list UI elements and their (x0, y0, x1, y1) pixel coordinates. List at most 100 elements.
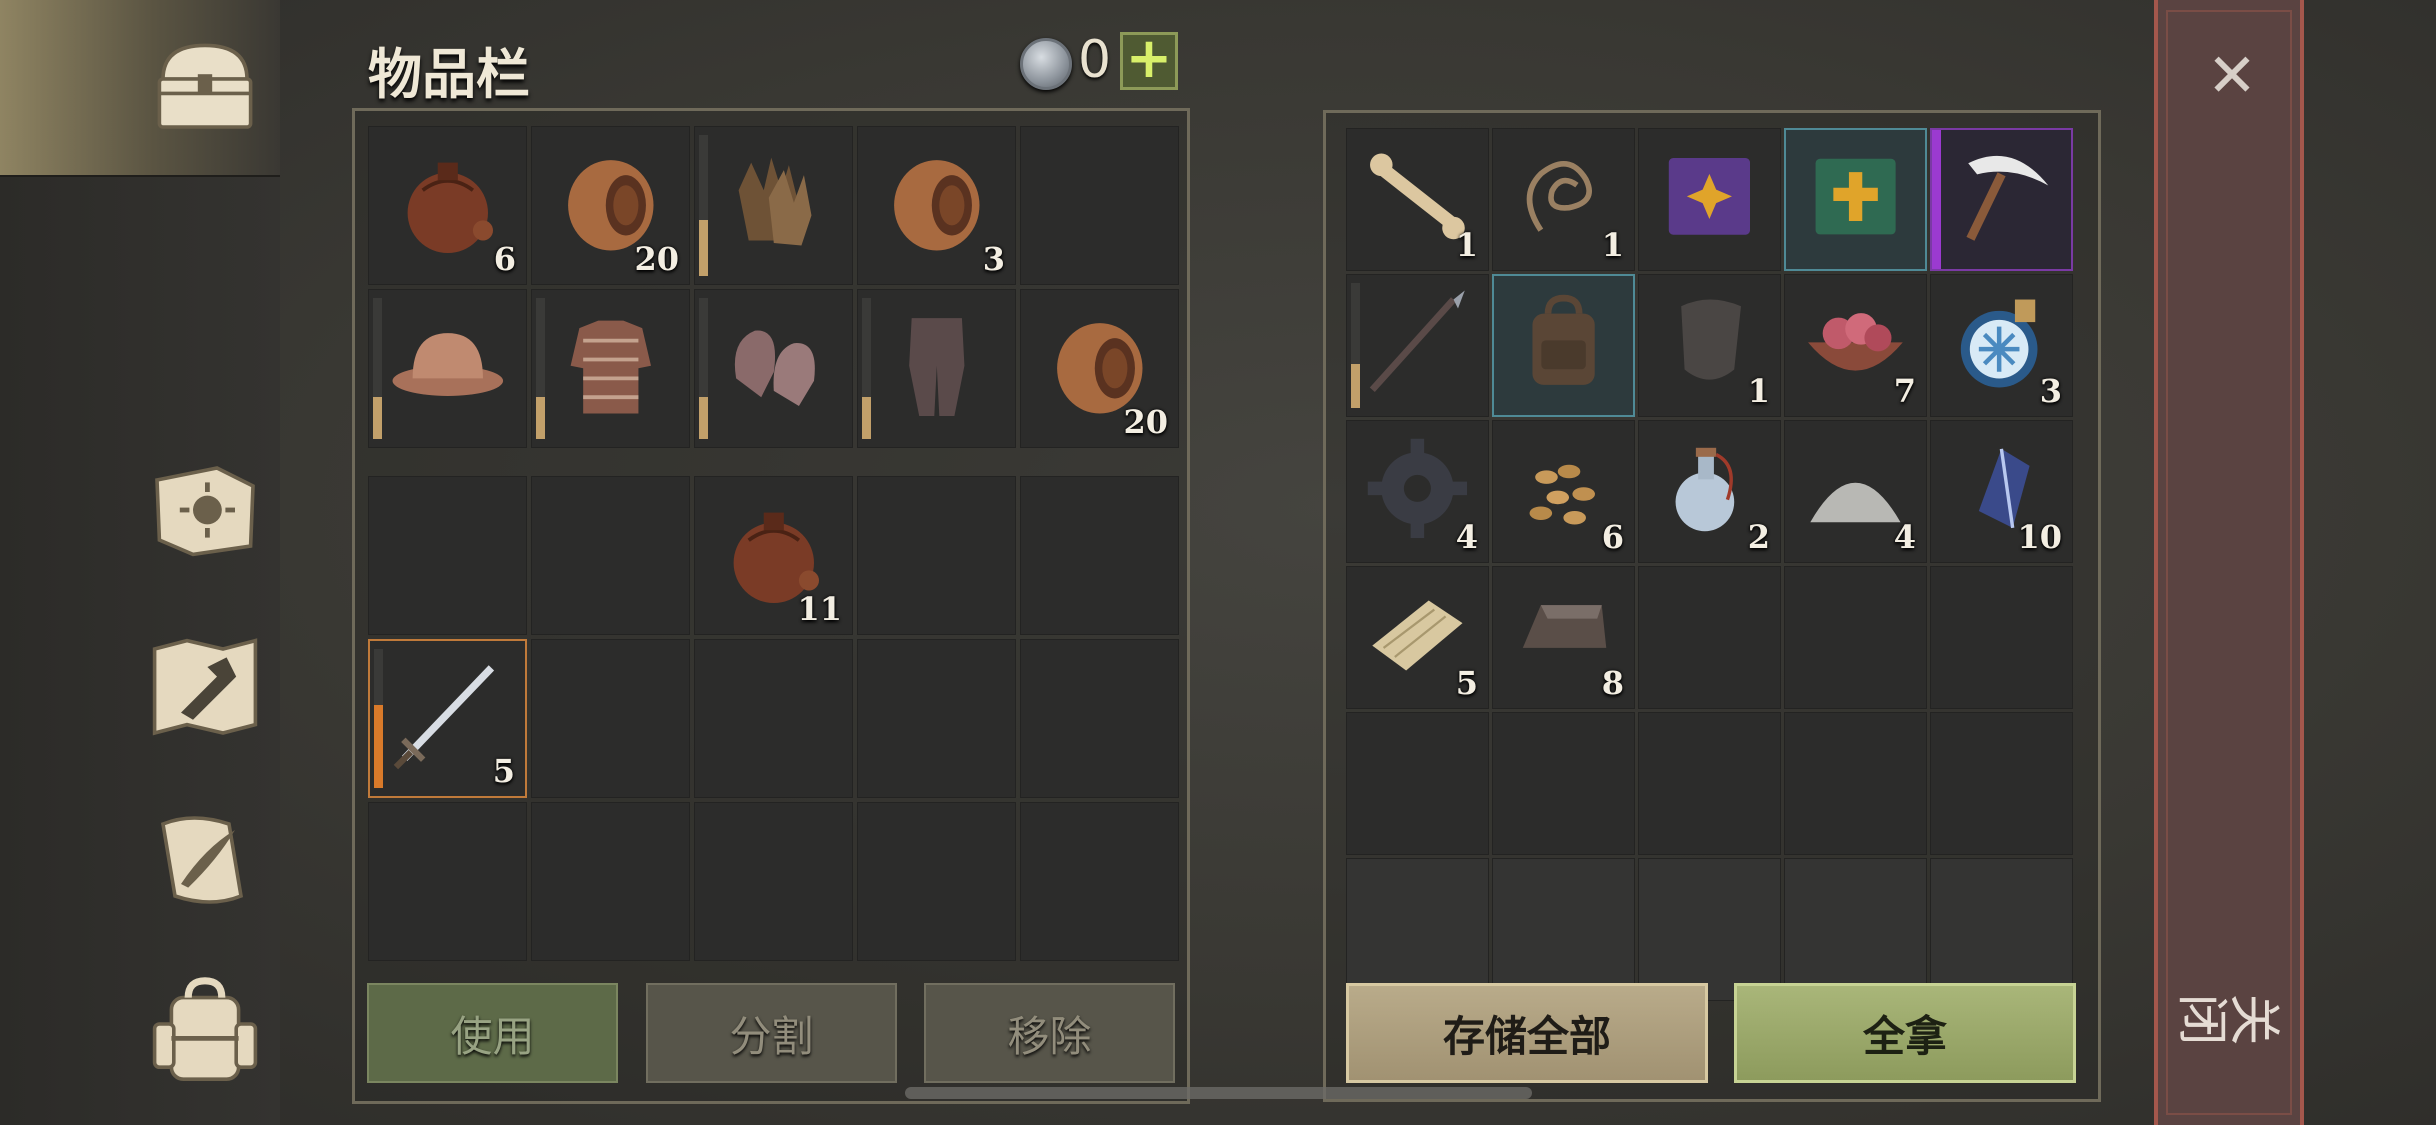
item-count: 1 (1455, 226, 1478, 264)
item-count: 3 (982, 240, 1005, 278)
bag-slot-sword[interactable]: 5 (368, 639, 527, 798)
storage-slot-pickaxe[interactable] (1930, 128, 2073, 271)
storage-slot-frost-potion[interactable]: 3 (1930, 274, 2073, 417)
item-count: 6 (1601, 518, 1624, 556)
bag-slot-empty[interactable] (1020, 476, 1179, 635)
storage-slot-rope[interactable]: 1 (1492, 128, 1635, 271)
storage-slot-bone[interactable]: 1 (1346, 128, 1489, 271)
hammer-map-icon[interactable] (140, 625, 270, 745)
remove-button[interactable]: 移除 (924, 983, 1175, 1083)
item-count: 1 (1601, 226, 1624, 264)
barrel-icon (893, 159, 980, 251)
chest-icon[interactable] (140, 25, 270, 145)
storage-slot-empty[interactable] (1784, 712, 1927, 855)
storage-slot-empty[interactable] (1930, 858, 2073, 1001)
spear-icon (1369, 290, 1465, 393)
storage-slot-empty[interactable] (1346, 712, 1489, 855)
storage-slot-empty[interactable] (1930, 712, 2073, 855)
storage-slot-empty[interactable] (1784, 858, 1927, 1001)
mittens-icon (734, 330, 815, 406)
bag-slot-empty[interactable] (694, 802, 853, 961)
equip-slot-chainmail[interactable] (531, 289, 690, 448)
equip-slot-barrel[interactable]: 20 (531, 126, 690, 285)
item-count: 8 (1601, 664, 1624, 702)
storage-slot-empty[interactable] (1638, 566, 1781, 709)
bag-slot-empty[interactable] (531, 802, 690, 961)
equip-slot-empty[interactable] (1020, 126, 1179, 285)
quill-scroll-icon[interactable] (140, 800, 270, 920)
storage-slot-empty[interactable] (1930, 566, 2073, 709)
bag-grid: 11 5 (368, 476, 1179, 961)
item-count: 4 (1893, 518, 1916, 556)
storage-slot-shield-plate[interactable]: 1 (1638, 274, 1781, 417)
bag-slot-empty[interactable] (1020, 639, 1179, 798)
bag-slot-empty[interactable] (857, 802, 1016, 961)
bag-slot-empty[interactable] (694, 639, 853, 798)
bag-slot-empty[interactable] (368, 476, 527, 635)
split-button[interactable]: 分割 (646, 983, 897, 1083)
leggings-icon (908, 317, 965, 416)
chainmail-icon (570, 320, 651, 414)
storage-slot-potion-bottle[interactable]: 2 (1638, 420, 1781, 563)
item-count: 7 (1893, 372, 1916, 410)
equip-slot-mittens[interactable] (694, 289, 853, 448)
storage-slot-empty[interactable] (1492, 858, 1635, 1001)
page-title: 物品栏 (368, 43, 530, 106)
store-all-button[interactable]: 存储全部 (1346, 983, 1708, 1083)
close-label[interactable]: 关闭 (2178, 972, 2282, 1052)
storage-slot-green-book[interactable] (1784, 128, 1927, 271)
close-panel[interactable] (2154, 0, 2304, 1125)
storage-slot-spear[interactable] (1346, 274, 1489, 417)
equip-slot-helmet[interactable] (368, 289, 527, 448)
bag-slot-empty[interactable] (857, 639, 1016, 798)
bag-slot-empty[interactable] (531, 639, 690, 798)
durability-bar (374, 649, 383, 788)
storage-slot-salt-pile[interactable]: 4 (1784, 420, 1927, 563)
durability-bar (862, 298, 871, 439)
equip-slot-barrel[interactable]: 3 (857, 126, 1016, 285)
gloves-icon (738, 157, 812, 246)
storage-slot-purple-book[interactable] (1638, 128, 1781, 271)
item-count: 5 (1455, 664, 1478, 702)
storage-slot-leather-backpack[interactable] (1492, 274, 1635, 417)
leather-backpack-icon (1532, 294, 1595, 385)
storage-slot-seeds[interactable]: 6 (1492, 420, 1635, 563)
durability-bar (699, 135, 708, 276)
storage-slot-wood-plank[interactable]: 5 (1346, 566, 1489, 709)
storage-slot-empty[interactable] (1492, 712, 1635, 855)
equip-slot-gloves[interactable] (694, 126, 853, 285)
storage-slot-gear[interactable]: 4 (1346, 420, 1489, 563)
green-book-icon (1815, 158, 1896, 235)
bag-slot-flask[interactable]: 11 (694, 476, 853, 635)
item-count: 2 (1747, 518, 1770, 556)
equipment-grid: 6 20 3 20 (368, 126, 1179, 448)
close-icon[interactable]: ✕ (2200, 44, 2264, 108)
pickaxe-icon (1966, 155, 2049, 241)
equip-slot-barrel[interactable]: 20 (1020, 289, 1179, 448)
item-count: 20 (1123, 403, 1168, 441)
scrollbar[interactable] (905, 1087, 1532, 1099)
bag-slot-empty[interactable] (368, 802, 527, 961)
storage-grid: 1 1 1 7 3 4 6 2 4 10 5 8 (1346, 128, 2073, 1001)
backpack-icon[interactable] (140, 970, 270, 1090)
item-count: 5 (492, 752, 515, 790)
equip-slot-leggings[interactable] (857, 289, 1016, 448)
storage-slot-empty[interactable] (1638, 712, 1781, 855)
equip-slot-flask[interactable]: 6 (368, 126, 527, 285)
storage-slot-empty[interactable] (1638, 858, 1781, 1001)
bag-slot-empty[interactable] (1020, 802, 1179, 961)
bag-slot-empty[interactable] (857, 476, 1016, 635)
bag-slot-empty[interactable] (531, 476, 690, 635)
sun-book-icon[interactable] (140, 450, 270, 570)
use-button[interactable]: 使用 (367, 983, 618, 1083)
storage-slot-meat-bowl[interactable]: 7 (1784, 274, 1927, 417)
add-coin-button[interactable]: + (1120, 31, 1178, 90)
item-count: 4 (1455, 518, 1478, 556)
take-all-button[interactable]: 全拿 (1734, 983, 2076, 1083)
storage-slot-empty[interactable] (1784, 566, 1927, 709)
storage-slot-empty[interactable] (1346, 858, 1489, 1001)
storage-slot-crystal[interactable]: 10 (1930, 420, 2073, 563)
item-count: 1 (1747, 372, 1770, 410)
durability-bar (536, 298, 545, 439)
storage-slot-iron-ingot[interactable]: 8 (1492, 566, 1635, 709)
